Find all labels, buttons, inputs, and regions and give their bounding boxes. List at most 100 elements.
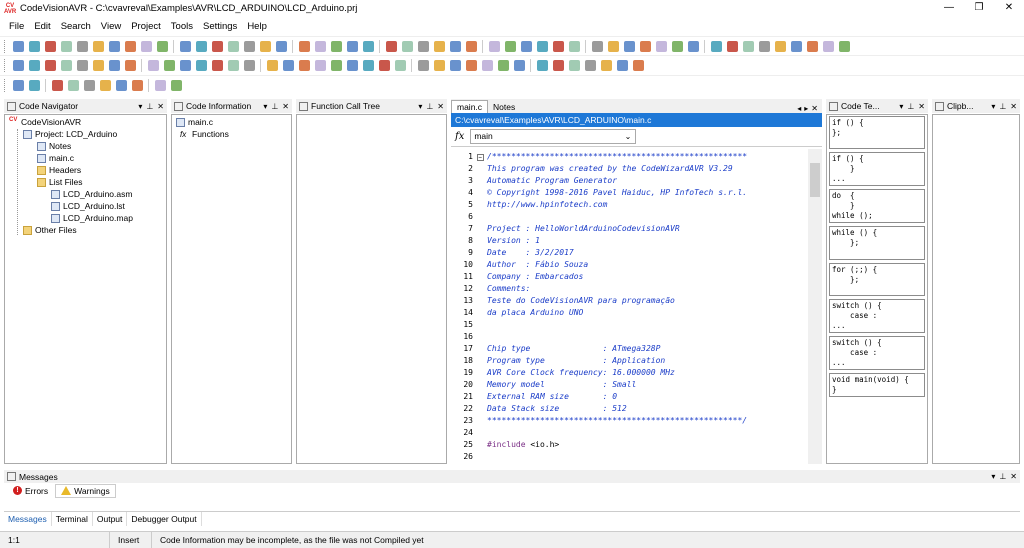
toolbar-button-icon[interactable] xyxy=(385,40,397,52)
toolbar-button-icon[interactable] xyxy=(154,79,166,91)
toolbar-button-icon[interactable] xyxy=(314,59,326,71)
toolbar-button-icon[interactable] xyxy=(401,40,413,52)
tab-main-c[interactable]: main.c xyxy=(451,100,489,113)
code-template-item[interactable]: switch () { case : ... xyxy=(829,336,925,370)
tab-terminal[interactable]: Terminal xyxy=(52,511,93,526)
toolbar-button-icon[interactable] xyxy=(449,59,461,71)
toolbar-button-icon[interactable] xyxy=(607,40,619,52)
toolbar-button-icon[interactable] xyxy=(513,59,525,71)
panel-close-button[interactable]: ✕ xyxy=(1010,472,1017,481)
toolbar-button-icon[interactable] xyxy=(92,59,104,71)
panel-close-button[interactable]: ✕ xyxy=(437,102,444,111)
toolbar-button-icon[interactable] xyxy=(465,40,477,52)
toolbar-button-icon[interactable] xyxy=(179,40,191,52)
menu-view[interactable]: View xyxy=(96,21,126,32)
toolbar-button-icon[interactable] xyxy=(99,79,111,91)
toolbar-grip-icon[interactable] xyxy=(4,39,7,53)
toolbar-button-icon[interactable] xyxy=(497,59,509,71)
tab-errors[interactable]: ! Errors xyxy=(8,485,53,497)
toolbar-button-icon[interactable] xyxy=(520,40,532,52)
toolbar-button-icon[interactable] xyxy=(124,59,136,71)
toolbar-button-icon[interactable] xyxy=(536,59,548,71)
menu-edit[interactable]: Edit xyxy=(29,21,55,32)
toolbar-button-icon[interactable] xyxy=(417,40,429,52)
tree-item[interactable]: fx Functions xyxy=(180,128,229,140)
panel-close-button[interactable]: ✕ xyxy=(282,102,289,111)
toolbar-button-icon[interactable] xyxy=(806,40,818,52)
menu-tools[interactable]: Tools xyxy=(166,21,198,32)
panel-close-button[interactable]: ✕ xyxy=(918,102,925,111)
toolbar-button-icon[interactable] xyxy=(632,59,644,71)
toolbar-button-icon[interactable] xyxy=(346,59,358,71)
toolbar-button-icon[interactable] xyxy=(330,40,342,52)
tree-item[interactable]: LCD_Arduino.map xyxy=(51,212,133,224)
scrollbar-thumb[interactable] xyxy=(810,163,820,197)
toolbar-button-icon[interactable] xyxy=(600,59,612,71)
toolbar-button-icon[interactable] xyxy=(346,40,358,52)
panel-menu-button[interactable]: ▾ xyxy=(991,102,995,111)
toolbar-button-icon[interactable] xyxy=(156,40,168,52)
toolbar-button-icon[interactable] xyxy=(140,40,152,52)
toolbar-button-icon[interactable] xyxy=(211,40,223,52)
toolbar-button-icon[interactable] xyxy=(362,59,374,71)
toolbar-button-icon[interactable] xyxy=(12,79,24,91)
toolbar-button-icon[interactable] xyxy=(481,59,493,71)
toolbar-button-icon[interactable] xyxy=(179,59,191,71)
toolbar-button-icon[interactable] xyxy=(147,59,159,71)
toolbar-button-icon[interactable] xyxy=(60,40,72,52)
toolbar-button-icon[interactable] xyxy=(243,40,255,52)
toolbar-button-icon[interactable] xyxy=(195,40,207,52)
menu-file[interactable]: File xyxy=(4,21,29,32)
toolbar-button-icon[interactable] xyxy=(28,59,40,71)
toolbar-button-icon[interactable] xyxy=(115,79,127,91)
toolbar-button-icon[interactable] xyxy=(108,40,120,52)
toolbar-button-icon[interactable] xyxy=(330,59,342,71)
tree-item[interactable]: Notes xyxy=(37,140,71,152)
toolbar-button-icon[interactable] xyxy=(568,59,580,71)
pin-button[interactable]: ⊥ xyxy=(907,102,914,111)
tree-item[interactable]: CV CodeVisionAVR xyxy=(9,116,81,128)
panel-menu-button[interactable]: ▾ xyxy=(899,102,903,111)
tree-item[interactable]: Headers xyxy=(37,164,81,176)
toolbar-button-icon[interactable] xyxy=(822,40,834,52)
toolbar-button-icon[interactable] xyxy=(76,59,88,71)
toolbar-button-icon[interactable] xyxy=(417,59,429,71)
toolbar-button-icon[interactable] xyxy=(774,40,786,52)
toolbar-button-icon[interactable] xyxy=(465,59,477,71)
code-template-item[interactable]: if () { }; xyxy=(829,116,925,149)
toolbar-button-icon[interactable] xyxy=(726,40,738,52)
toolbar-button-icon[interactable] xyxy=(60,59,72,71)
toolbar-button-icon[interactable] xyxy=(227,59,239,71)
toolbar-button-icon[interactable] xyxy=(298,59,310,71)
toolbar-button-icon[interactable] xyxy=(28,40,40,52)
toolbar-button-icon[interactable] xyxy=(449,40,461,52)
toolbar-grip-icon[interactable] xyxy=(4,78,7,92)
toolbar-button-icon[interactable] xyxy=(44,40,56,52)
toolbar-button-icon[interactable] xyxy=(488,40,500,52)
menu-project[interactable]: Project xyxy=(126,21,166,32)
toolbar-button-icon[interactable] xyxy=(504,40,516,52)
toolbar-button-icon[interactable] xyxy=(76,40,88,52)
code-text-area[interactable]: 1−/*************************************… xyxy=(451,149,808,464)
toolbar-button-icon[interactable] xyxy=(12,59,24,71)
close-window-button[interactable]: ✕ xyxy=(994,0,1024,17)
toolbar-button-icon[interactable] xyxy=(568,40,580,52)
toolbar-button-icon[interactable] xyxy=(671,40,683,52)
toolbar-button-icon[interactable] xyxy=(687,40,699,52)
toolbar-button-icon[interactable] xyxy=(170,79,182,91)
toolbar-button-icon[interactable] xyxy=(275,40,287,52)
toolbar-button-icon[interactable] xyxy=(378,59,390,71)
toolbar-button-icon[interactable] xyxy=(67,79,79,91)
toolbar-grip-icon[interactable] xyxy=(4,58,7,72)
toolbar-button-icon[interactable] xyxy=(92,40,104,52)
code-template-item[interactable]: for (;;) { }; xyxy=(829,263,925,296)
code-template-item[interactable]: if () { } ... xyxy=(829,152,925,186)
menu-settings[interactable]: Settings xyxy=(198,21,242,32)
pin-button[interactable]: ⊥ xyxy=(999,472,1006,481)
tab-close-icon[interactable]: ✕ xyxy=(811,104,818,113)
toolbar-button-icon[interactable] xyxy=(211,59,223,71)
fold-collapse-icon[interactable]: − xyxy=(476,154,484,161)
toolbar-button-icon[interactable] xyxy=(124,40,136,52)
toolbar-button-icon[interactable] xyxy=(362,40,374,52)
toolbar-button-icon[interactable] xyxy=(108,59,120,71)
